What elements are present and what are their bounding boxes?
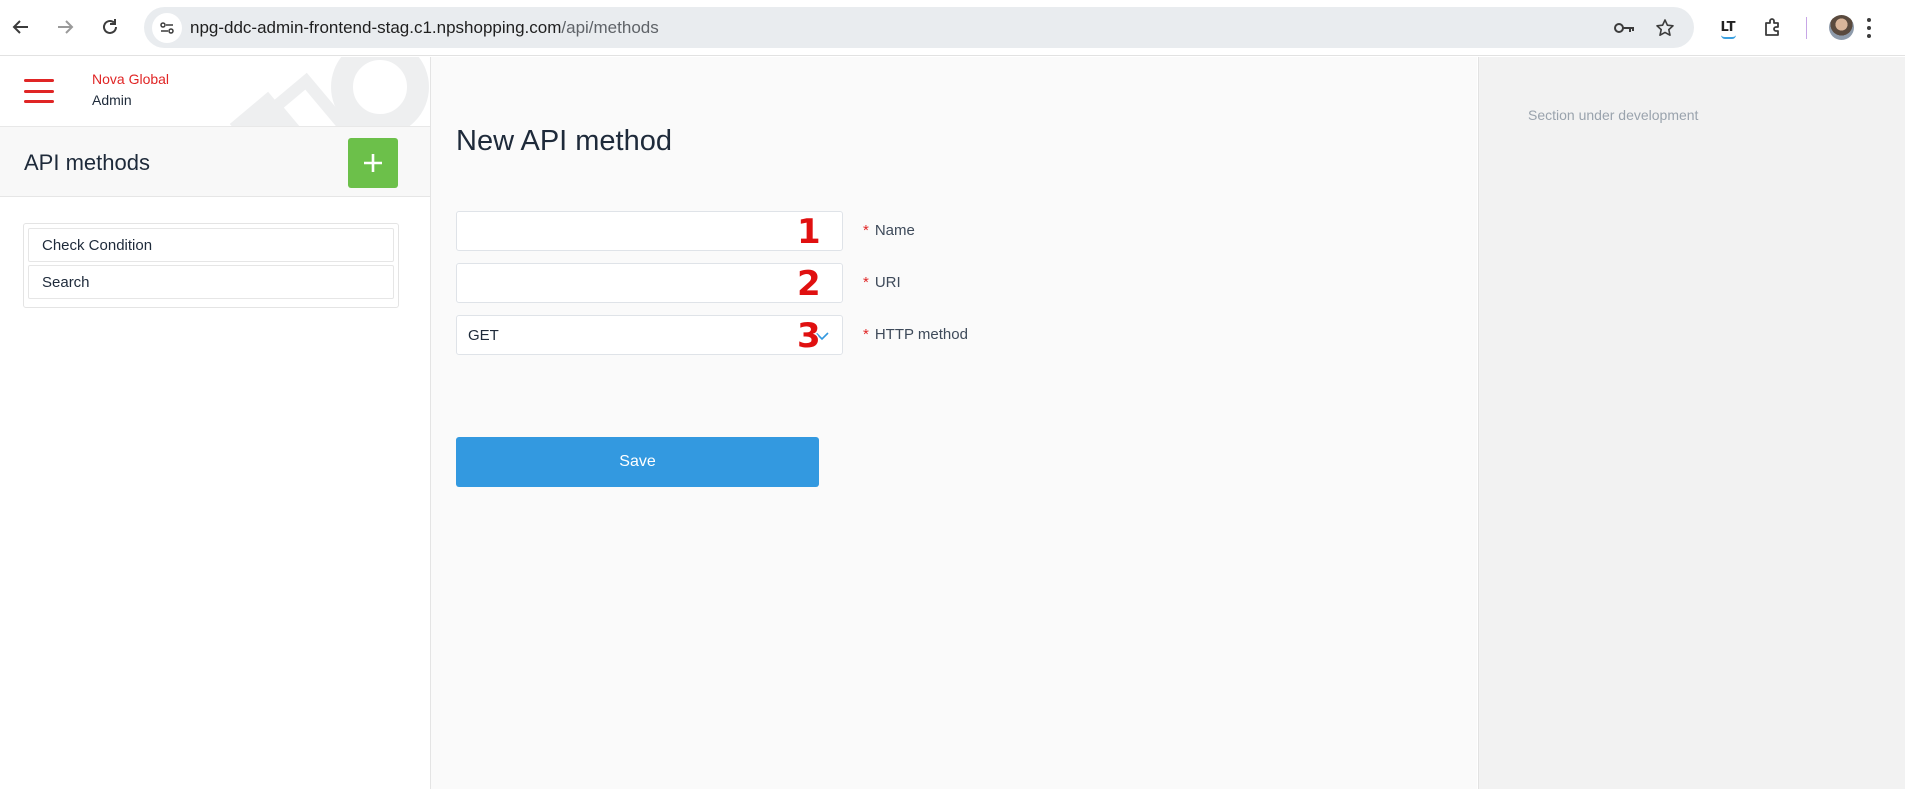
gear-watermark-icon xyxy=(230,57,429,126)
brand-header: Nova Global Admin xyxy=(0,57,430,126)
browser-toolbar: npg-ddc-admin-frontend-stag.c1.npshoppin… xyxy=(0,0,1905,56)
name-label: * Name xyxy=(863,222,915,239)
name-field[interactable]: 1 xyxy=(456,211,843,252)
url-host: npg-ddc-admin-frontend-stag.c1.npshoppin… xyxy=(190,18,562,37)
profile-avatar[interactable] xyxy=(1829,15,1854,40)
site-info-icon[interactable] xyxy=(152,13,182,43)
list-item-label: Search xyxy=(42,274,90,291)
section-header: API methods xyxy=(0,126,430,197)
uri-label-text: URI xyxy=(874,274,901,291)
password-key-icon[interactable] xyxy=(1614,17,1636,39)
list-item-label: Check Condition xyxy=(42,237,153,254)
name-input[interactable] xyxy=(457,212,842,250)
http-method-label-text: HTTP method xyxy=(874,326,968,343)
arrow-left-icon xyxy=(12,20,28,34)
uri-input[interactable] xyxy=(457,264,842,302)
http-method-select[interactable]: GET 3 xyxy=(456,315,843,356)
back-button[interactable] xyxy=(6,12,36,42)
url-path: /api/methods xyxy=(561,18,659,37)
reload-button[interactable] xyxy=(95,12,125,42)
development-note: Section under development xyxy=(1528,107,1699,123)
languagetool-extension-icon[interactable]: LT xyxy=(1715,14,1741,40)
annotation-marker-2: 2 xyxy=(797,264,821,304)
brand-name: Nova Global xyxy=(92,71,170,87)
address-bar[interactable]: npg-ddc-admin-frontend-stag.c1.npshoppin… xyxy=(144,7,1694,48)
reload-icon xyxy=(103,19,117,34)
bookmark-star-icon[interactable] xyxy=(1654,17,1676,39)
plus-icon xyxy=(364,154,382,172)
toolbar-divider xyxy=(1806,17,1807,39)
section-title: API methods xyxy=(24,150,150,175)
http-method-label: * HTTP method xyxy=(863,326,968,343)
menu-hamburger-icon[interactable] xyxy=(24,79,54,103)
api-methods-list: Check Condition Search xyxy=(23,223,399,308)
details-panel: Section under development xyxy=(1478,57,1905,789)
brand-role: Admin xyxy=(92,92,132,108)
uri-label: * URI xyxy=(863,274,901,291)
annotation-marker-1: 1 xyxy=(797,212,821,252)
forward-button[interactable] xyxy=(50,12,80,42)
uri-field[interactable]: 2 xyxy=(456,263,843,304)
arrow-right-icon xyxy=(58,20,74,34)
required-mark: * xyxy=(863,274,869,291)
http-method-value: GET xyxy=(468,327,499,344)
page-title: New API method xyxy=(456,125,672,157)
name-label-text: Name xyxy=(874,222,915,239)
url-text[interactable]: npg-ddc-admin-frontend-stag.c1.npshoppin… xyxy=(190,18,659,38)
required-mark: * xyxy=(863,326,869,343)
extensions-puzzle-icon[interactable] xyxy=(1760,14,1786,40)
save-button[interactable]: Save xyxy=(456,437,819,487)
add-api-method-button[interactable] xyxy=(348,138,398,188)
main-content: New API method 1 * Name 2 * URI GET 3 * HTT… xyxy=(431,57,1477,789)
required-mark: * xyxy=(863,222,869,239)
list-item[interactable]: Search xyxy=(28,265,394,299)
sidebar: Nova Global Admin API methods Check Cond… xyxy=(0,57,431,789)
browser-menu-icon[interactable] xyxy=(1862,14,1876,42)
list-item[interactable]: Check Condition xyxy=(28,228,394,262)
annotation-marker-3: 3 xyxy=(797,316,821,356)
